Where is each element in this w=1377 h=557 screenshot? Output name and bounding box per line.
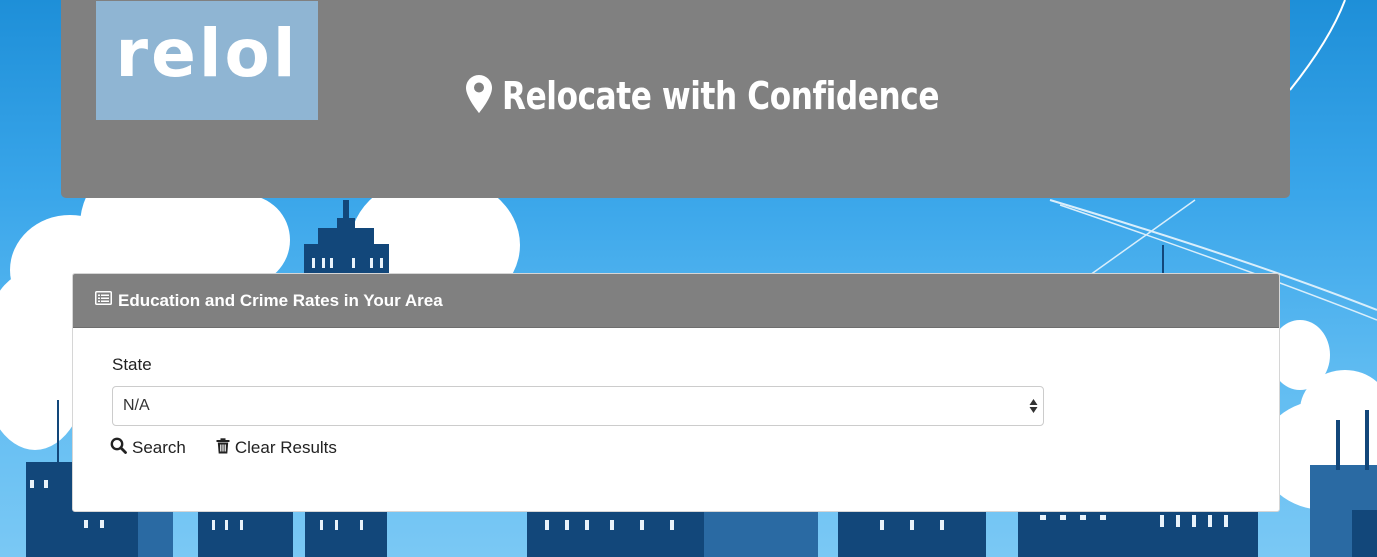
clear-results-button[interactable]: Clear Results	[216, 437, 337, 459]
search-icon	[110, 437, 127, 459]
state-label: State	[112, 355, 152, 374]
panel-actions: Search Clear Results	[110, 437, 337, 459]
tagline: Relocate with Confidence	[466, 72, 1035, 120]
site-header: relol Relocate with Confidence	[61, 0, 1290, 198]
clear-results-label: Clear Results	[234, 438, 337, 457]
search-button[interactable]: Search	[110, 437, 186, 459]
logo[interactable]: relol	[96, 1, 318, 120]
search-panel: Education and Crime Rates in Your Area S…	[72, 273, 1280, 512]
state-select[interactable]: N/A	[112, 386, 1044, 426]
tagline-text: Relocate with Confidence	[502, 74, 940, 118]
logo-text: relol	[115, 15, 299, 92]
trash-icon	[216, 437, 230, 459]
state-select-value: N/A	[123, 397, 150, 414]
panel-header: Education and Crime Rates in Your Area	[73, 274, 1279, 328]
map-marker-icon	[466, 74, 492, 118]
list-alt-icon	[95, 291, 112, 310]
select-arrows-icon	[1029, 398, 1038, 419]
search-button-label: Search	[132, 438, 186, 457]
panel-title: Education and Crime Rates in Your Area	[118, 290, 443, 310]
